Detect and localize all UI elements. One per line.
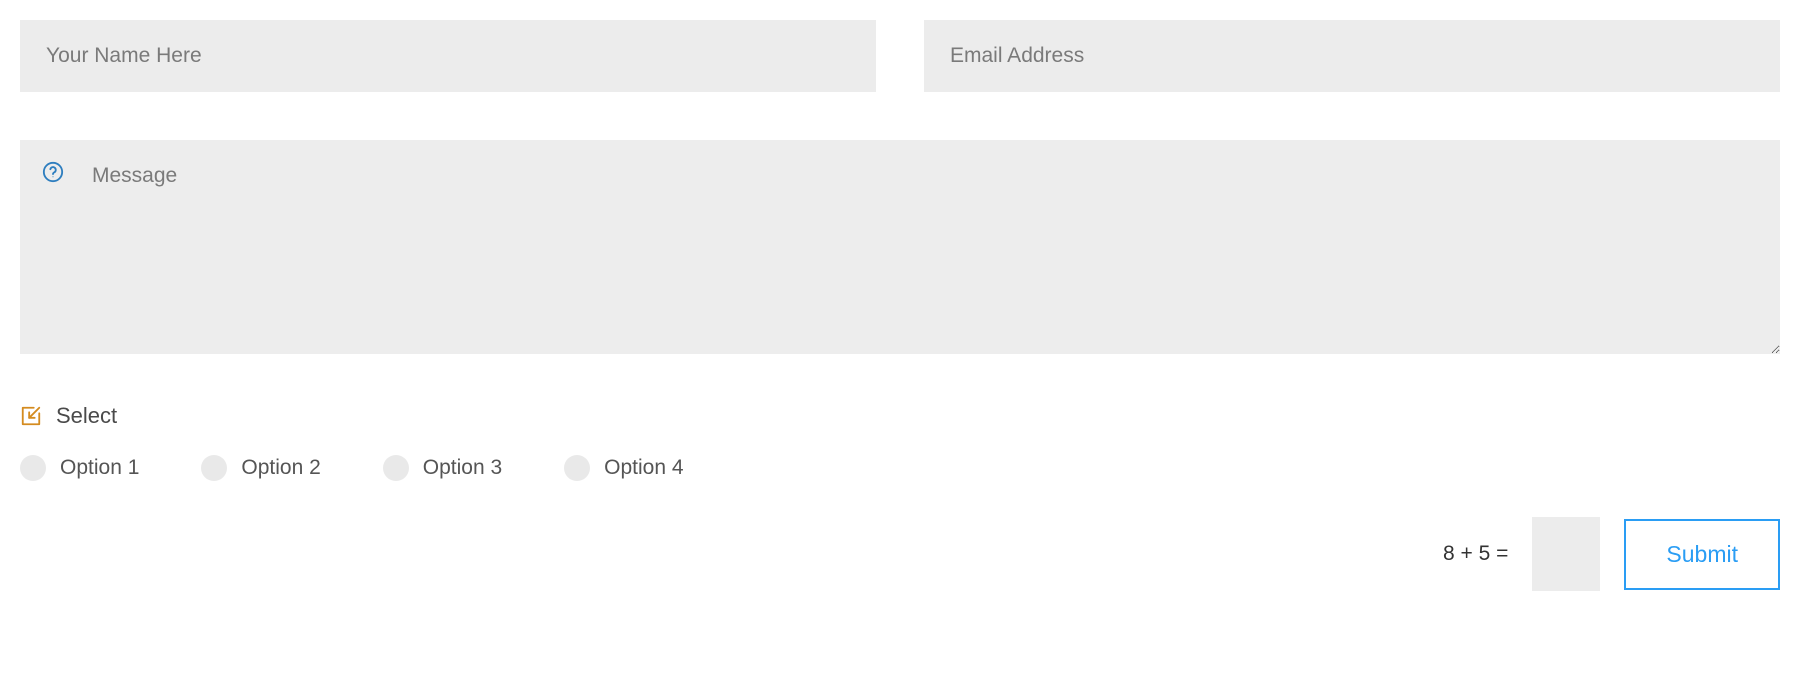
option-label: Option 4 [604, 456, 683, 480]
radio-icon [201, 455, 227, 481]
select-label: Select [56, 403, 117, 429]
options-row: Option 1 Option 2 Option 3 Option 4 [20, 455, 1780, 481]
select-group: Select Option 1 Option 2 Option 3 Option… [20, 403, 1780, 481]
help-icon[interactable] [42, 161, 64, 183]
select-icon [20, 405, 42, 427]
form-footer: 8 + 5 = Submit [20, 517, 1780, 591]
option-label: Option 3 [423, 456, 502, 480]
option-item-2[interactable]: Option 2 [201, 455, 320, 481]
option-label: Option 1 [60, 456, 139, 480]
option-item-1[interactable]: Option 1 [20, 455, 139, 481]
message-textarea[interactable] [20, 140, 1780, 354]
email-input[interactable] [924, 20, 1780, 92]
name-input[interactable] [20, 20, 876, 92]
message-field-wrapper [20, 140, 1780, 359]
message-row [20, 140, 1780, 359]
option-item-4[interactable]: Option 4 [564, 455, 683, 481]
submit-button[interactable]: Submit [1624, 519, 1780, 590]
select-header: Select [20, 403, 1780, 429]
captcha-question: 8 + 5 = [1443, 542, 1508, 566]
contact-form: Select Option 1 Option 2 Option 3 Option… [20, 20, 1780, 591]
name-field-wrapper [20, 20, 876, 92]
name-email-row [20, 20, 1780, 92]
option-label: Option 2 [241, 456, 320, 480]
radio-icon [564, 455, 590, 481]
option-item-3[interactable]: Option 3 [383, 455, 502, 481]
email-field-wrapper [924, 20, 1780, 92]
radio-icon [20, 455, 46, 481]
captcha-input[interactable] [1532, 517, 1600, 591]
radio-icon [383, 455, 409, 481]
